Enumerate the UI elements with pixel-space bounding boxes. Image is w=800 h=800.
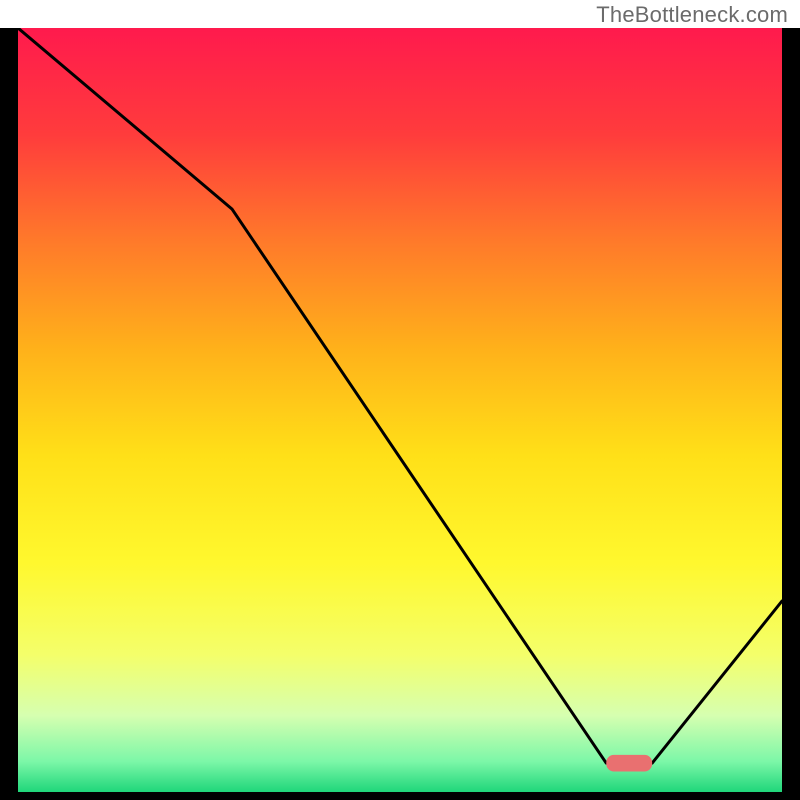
bottleneck-curve	[18, 28, 782, 782]
chart-frame	[0, 28, 800, 800]
plot-area	[18, 28, 782, 782]
watermark-text: TheBottleneck.com	[596, 2, 788, 28]
optimal-range-marker	[606, 755, 652, 772]
